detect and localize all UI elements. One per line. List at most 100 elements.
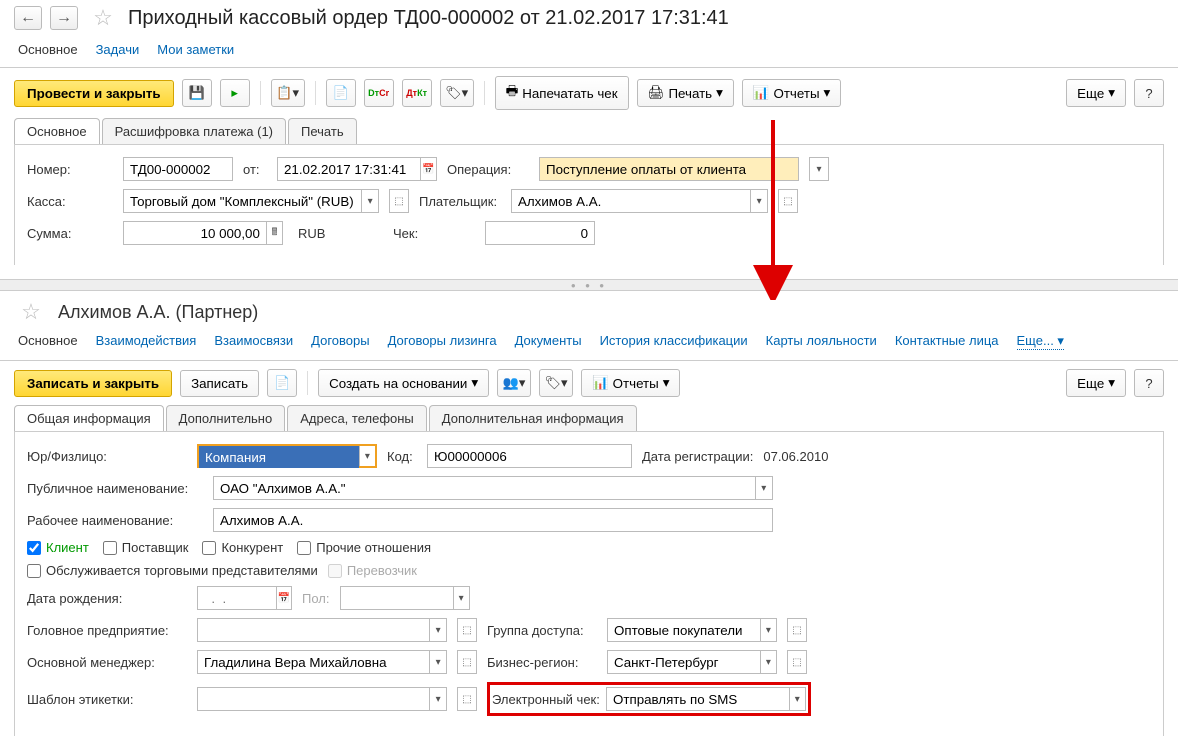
partner-title: Алхимов А.А. (Партнер) bbox=[58, 302, 258, 323]
nav-leasing[interactable]: Договоры лизинга bbox=[388, 333, 497, 350]
clipboard-icon-button[interactable]: 📋▾ bbox=[271, 79, 305, 107]
section-main[interactable]: Основное bbox=[18, 42, 78, 57]
nav-back-button[interactable]: ← bbox=[14, 6, 42, 30]
favorite-star-icon[interactable]: ☆ bbox=[92, 7, 114, 29]
more-button[interactable]: Еще▾ bbox=[1066, 79, 1126, 107]
file-icon-button[interactable]: 📄 bbox=[267, 369, 297, 397]
printer-icon: 🖨 bbox=[648, 85, 665, 101]
save-icon-button[interactable]: 💾 bbox=[182, 79, 212, 107]
pubname-input[interactable]: ▾ bbox=[213, 476, 773, 500]
dtcr-icon-button[interactable]: DтCr bbox=[364, 79, 394, 107]
nav-forward-button[interactable]: → bbox=[50, 6, 78, 30]
nav-documents[interactable]: Документы bbox=[515, 333, 582, 350]
tab-decode[interactable]: Расшифровка платежа (1) bbox=[102, 118, 286, 144]
dropdown-icon[interactable]: ▾ bbox=[429, 619, 446, 641]
open-icon[interactable]: ⬚ bbox=[390, 190, 408, 212]
yur-label: Юр/Физлицо: bbox=[27, 449, 187, 464]
calculator-icon[interactable]: 🖩 bbox=[266, 222, 282, 244]
supplier-checkbox[interactable]: Поставщик bbox=[103, 540, 189, 555]
price-tag-button[interactable]: 🏷▾ bbox=[440, 79, 474, 107]
tab-main[interactable]: Основное bbox=[14, 118, 100, 144]
tab-addresses[interactable]: Адреса, телефоны bbox=[287, 405, 427, 431]
nav-relations[interactable]: Взаимосвязи bbox=[214, 333, 293, 350]
manager-open-button[interactable]: ⬚ bbox=[457, 650, 477, 674]
manager-input[interactable]: ▾ bbox=[197, 650, 447, 674]
template-open-button[interactable]: ⬚ bbox=[457, 687, 477, 711]
from-label: от: bbox=[243, 162, 267, 177]
operation-select[interactable] bbox=[539, 157, 799, 181]
post-and-close-button[interactable]: Провести и закрыть bbox=[14, 80, 174, 107]
template-input[interactable]: ▾ bbox=[197, 687, 447, 711]
favorite-star-icon[interactable]: ☆ bbox=[20, 301, 42, 323]
client-checkbox[interactable]: Клиент bbox=[27, 540, 89, 555]
region-input[interactable]: ▾ bbox=[607, 650, 777, 674]
post-icon-button[interactable]: ▸ bbox=[220, 79, 250, 107]
region-open-button[interactable]: ⬚ bbox=[787, 650, 807, 674]
access-open-button[interactable]: ⬚ bbox=[787, 618, 807, 642]
dropdown-icon[interactable]: ▾ bbox=[789, 688, 806, 710]
nav-more[interactable]: Еще... ▾ bbox=[1017, 333, 1064, 350]
number-input[interactable] bbox=[123, 157, 233, 181]
save-and-close-button[interactable]: Записать и закрыть bbox=[14, 370, 172, 397]
dropdown-icon[interactable]: ▾ bbox=[755, 477, 772, 499]
nav-main[interactable]: Основное bbox=[18, 333, 78, 350]
open-icon[interactable]: ⬚ bbox=[779, 190, 797, 212]
operation-dropdown-button[interactable]: ▾ bbox=[809, 157, 829, 181]
splitter[interactable] bbox=[0, 279, 1178, 291]
reports-button[interactable]: 📊Отчеты▾ bbox=[742, 79, 841, 107]
other-rel-checkbox[interactable]: Прочие отношения bbox=[297, 540, 431, 555]
tag-icon-button[interactable]: 🏷▾ bbox=[539, 369, 573, 397]
nav-loyalty[interactable]: Карты лояльности bbox=[766, 333, 877, 350]
dropdown-icon[interactable]: ▾ bbox=[760, 651, 776, 673]
tab-addinfo[interactable]: Дополнительная информация bbox=[429, 405, 637, 431]
dropdown-icon[interactable]: ▾ bbox=[359, 446, 375, 466]
birth-label: Дата рождения: bbox=[27, 591, 187, 606]
help-button[interactable]: ? bbox=[1134, 79, 1164, 107]
check-input[interactable] bbox=[485, 221, 595, 245]
nav-history[interactable]: История классификации bbox=[600, 333, 748, 350]
competitor-checkbox[interactable]: Конкурент bbox=[202, 540, 283, 555]
kassa-open-button[interactable]: ⬚ bbox=[389, 189, 409, 213]
tab-additional[interactable]: Дополнительно bbox=[166, 405, 286, 431]
served-checkbox[interactable]: Обслуживается торговыми представителями bbox=[27, 563, 318, 578]
save-button[interactable]: Записать bbox=[180, 370, 259, 397]
payer-open-button[interactable]: ⬚ bbox=[778, 189, 798, 213]
dropdown-icon[interactable]: ▾ bbox=[760, 619, 776, 641]
workname-input[interactable] bbox=[213, 508, 773, 532]
payer-input[interactable]: ▾ bbox=[511, 189, 768, 213]
parent-open-button[interactable]: ⬚ bbox=[457, 618, 477, 642]
parent-input[interactable]: ▾ bbox=[197, 618, 447, 642]
date-input[interactable]: 📅 bbox=[277, 157, 437, 181]
yur-select[interactable]: ▾ bbox=[197, 444, 377, 468]
dropdown-icon[interactable]: ▾ bbox=[750, 190, 767, 212]
calendar-icon[interactable]: 📅 bbox=[420, 158, 436, 180]
nav-contracts[interactable]: Договоры bbox=[311, 333, 369, 350]
code-input[interactable] bbox=[427, 444, 632, 468]
kassa-label: Касса: bbox=[27, 194, 113, 209]
dropdown-icon[interactable]: ▾ bbox=[361, 190, 378, 212]
access-label: Группа доступа: bbox=[487, 623, 597, 638]
print-button[interactable]: 🖨Печать▾ bbox=[637, 79, 734, 107]
sum-input[interactable]: 🖩 bbox=[123, 221, 283, 245]
kassa-input[interactable]: ▾ bbox=[123, 189, 379, 213]
section-notes[interactable]: Мои заметки bbox=[157, 42, 234, 57]
partner-help-button[interactable]: ? bbox=[1134, 369, 1164, 397]
doc-icon-button[interactable]: 📄 bbox=[326, 79, 356, 107]
print-check-button[interactable]: 🖶Напечатать чек bbox=[495, 76, 629, 110]
dtkt-icon-button[interactable]: ДтКт bbox=[402, 79, 432, 107]
dropdown-icon[interactable]: ▾ bbox=[429, 651, 446, 673]
section-tasks[interactable]: Задачи bbox=[96, 42, 140, 57]
access-input[interactable]: ▾ bbox=[607, 618, 777, 642]
nav-contacts[interactable]: Контактные лица bbox=[895, 333, 999, 350]
create-based-button[interactable]: Создать на основании▾ bbox=[318, 369, 489, 397]
users-icon-button[interactable]: 👥▾ bbox=[497, 369, 531, 397]
dropdown-icon[interactable]: ▾ bbox=[429, 688, 446, 710]
calendar-icon: 📅 bbox=[276, 587, 291, 609]
tab-general[interactable]: Общая информация bbox=[14, 405, 164, 431]
partner-more-button[interactable]: Еще▾ bbox=[1066, 369, 1126, 397]
tab-print[interactable]: Печать bbox=[288, 118, 357, 144]
nav-interactions[interactable]: Взаимодействия bbox=[96, 333, 197, 350]
partner-reports-button[interactable]: 📊Отчеты▾ bbox=[581, 369, 680, 397]
echeck-select[interactable]: ▾ bbox=[606, 687, 806, 711]
region-label: Бизнес-регион: bbox=[487, 655, 597, 670]
